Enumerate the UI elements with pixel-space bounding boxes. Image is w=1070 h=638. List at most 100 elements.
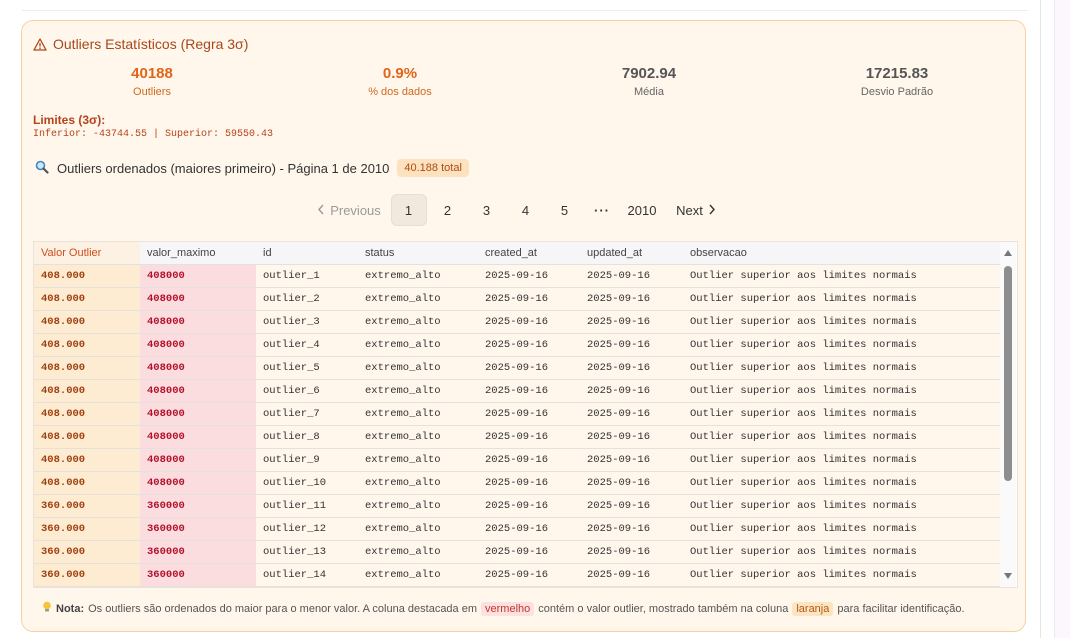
stat-outliers: 40188 Outliers xyxy=(52,65,252,98)
table-scrollbar[interactable] xyxy=(1000,242,1016,587)
note-label: Nota: xyxy=(56,602,85,615)
table-cell-valor_maximo: 408000 xyxy=(140,356,256,380)
table-cell-observacao: Outlier superior aos limites normais xyxy=(683,310,1000,334)
table-cell-created_at: 2025-09-16 xyxy=(478,517,580,541)
table-cell-valor_maximo: 408000 xyxy=(140,310,256,334)
table-cell-observacao: Outlier superior aos limites normais xyxy=(683,425,1000,449)
table-cell-observacao: Outlier superior aos limites normais xyxy=(683,264,1000,288)
table-row[interactable]: 408.000 408000 outlier_5 extremo_alto 2025-0… xyxy=(34,356,1000,380)
table-cell-created_at: 2025-09-16 xyxy=(478,448,580,472)
table-cell-created_at: 2025-09-16 xyxy=(478,425,580,449)
table-cell-created_at: 2025-09-16 xyxy=(478,379,580,403)
next-label: Next xyxy=(676,202,703,218)
table-cell-created_at: 2025-09-16 xyxy=(478,494,580,518)
table-row[interactable]: 408.000 408000 outlier_1 extremo_alto 2025-0… xyxy=(34,264,1000,288)
card-title-text: Outliers Estatísticos (Regra 3σ) xyxy=(53,36,249,52)
column-header[interactable]: status xyxy=(358,242,478,265)
chevron-left-icon xyxy=(317,203,325,218)
table-cell-updated_at: 2025-09-16 xyxy=(580,471,683,495)
table-cell-valor_maximo: 360000 xyxy=(140,540,256,564)
table-cell-observacao: Outlier superior aos limites normais xyxy=(683,402,1000,426)
table-cell-created_at: 2025-09-16 xyxy=(478,563,580,587)
column-header[interactable]: valor_maximo xyxy=(140,242,256,265)
page-button-5[interactable]: 5 xyxy=(547,194,583,226)
stat-label: % dos dados xyxy=(368,86,432,98)
table-row[interactable]: 408.000 408000 outlier_8 extremo_alto 2025-0… xyxy=(34,425,1000,449)
table-cell-created_at: 2025-09-16 xyxy=(478,264,580,288)
table-cell-updated_at: 2025-09-16 xyxy=(580,494,683,518)
table-cell-updated_at: 2025-09-16 xyxy=(580,264,683,288)
table-cell-status: extremo_alto xyxy=(358,540,478,564)
table-cell-observacao: Outlier superior aos limites normais xyxy=(683,356,1000,380)
previous-label: Previous xyxy=(330,202,381,218)
page-button-last[interactable]: 2010 xyxy=(620,194,664,226)
table-cell-valor-outlier: 360.000 xyxy=(34,540,140,564)
table-row[interactable]: 408.000 408000 outlier_7 extremo_alto 2025-0… xyxy=(34,402,1000,426)
table-cell-created_at: 2025-09-16 xyxy=(478,310,580,334)
page-button-4[interactable]: 4 xyxy=(508,194,544,226)
table-cell-created_at: 2025-09-16 xyxy=(478,333,580,357)
table-cell-valor_maximo: 408000 xyxy=(140,448,256,472)
table-cell-updated_at: 2025-09-16 xyxy=(580,517,683,541)
table-cell-id: outlier_2 xyxy=(256,287,358,311)
table-row[interactable]: 408.000 408000 outlier_10 extremo_alto 2025-… xyxy=(34,471,1000,495)
table-row[interactable]: 408.000 408000 outlier_6 extremo_alto 2025-0… xyxy=(34,379,1000,403)
note-chip-red: vermelho xyxy=(481,601,535,616)
table-row[interactable]: 360.000 360000 outlier_14 extremo_alto 2025-… xyxy=(34,563,1000,587)
table-cell-status: extremo_alto xyxy=(358,425,478,449)
column-header[interactable]: Valor Outlier xyxy=(34,242,140,265)
table-cell-status: extremo_alto xyxy=(358,448,478,472)
column-header[interactable]: created_at xyxy=(478,242,580,265)
table-cell-id: outlier_14 xyxy=(256,563,358,587)
scroll-up-arrow-icon[interactable] xyxy=(1004,250,1012,256)
table-cell-id: outlier_12 xyxy=(256,517,358,541)
previous-page-button[interactable]: Previous xyxy=(309,194,389,226)
column-header[interactable]: updated_at xyxy=(580,242,683,265)
table-cell-id: outlier_10 xyxy=(256,471,358,495)
table-cell-status: extremo_alto xyxy=(358,471,478,495)
table-cell-valor_maximo: 408000 xyxy=(140,471,256,495)
table-cell-status: extremo_alto xyxy=(358,402,478,426)
table-cell-valor-outlier: 360.000 xyxy=(34,563,140,587)
table-cell-observacao: Outlier superior aos limites normais xyxy=(683,448,1000,472)
table-row[interactable]: 408.000 408000 outlier_2 extremo_alto 2025-0… xyxy=(34,287,1000,311)
note-chip-orange: laranja xyxy=(792,601,834,616)
stat-std-dev: 17215.83 Desvio Padrão xyxy=(797,65,997,98)
table-row[interactable]: 360.000 360000 outlier_12 extremo_alto 2025-… xyxy=(34,517,1000,541)
column-header[interactable]: observacao xyxy=(683,242,1000,265)
note-text-2: contém o valor outlier, mostrado também … xyxy=(538,602,789,615)
limits-values: Inferior: -43744.55 | Superior: 59550.43 xyxy=(33,129,274,140)
table-cell-valor-outlier: 408.000 xyxy=(34,379,140,403)
stat-value: 40188 xyxy=(131,65,173,82)
table-cell-valor_maximo: 360000 xyxy=(140,563,256,587)
table-cell-valor-outlier: 408.000 xyxy=(34,356,140,380)
stat-mean: 7902.94 Média xyxy=(549,65,749,98)
table-cell-updated_at: 2025-09-16 xyxy=(580,287,683,311)
page-button-2[interactable]: 2 xyxy=(430,194,466,226)
page-button-1[interactable]: 1 xyxy=(390,194,427,226)
table-row[interactable]: 360.000 360000 outlier_11 extremo_alto 2025-… xyxy=(34,494,1000,518)
scrollbar-thumb[interactable] xyxy=(1004,266,1012,481)
table-cell-updated_at: 2025-09-16 xyxy=(580,356,683,380)
note-text-3: para facilitar identificação. xyxy=(837,602,965,615)
table-cell-id: outlier_8 xyxy=(256,425,358,449)
outliers-table-container[interactable]: Valor Outlier valor_maximo id status cre… xyxy=(33,241,1018,588)
page-button-3[interactable]: 3 xyxy=(469,194,505,226)
table-cell-status: extremo_alto xyxy=(358,310,478,334)
table-cell-id: outlier_5 xyxy=(256,356,358,380)
side-panel-edge xyxy=(1054,0,1070,638)
table-cell-status: extremo_alto xyxy=(358,379,478,403)
scroll-down-arrow-icon[interactable] xyxy=(1004,573,1012,579)
table-row[interactable]: 408.000 408000 outlier_4 extremo_alto 2025-0… xyxy=(34,333,1000,357)
table-row[interactable]: 408.000 408000 outlier_9 extremo_alto 2025-0… xyxy=(34,448,1000,472)
column-header[interactable]: id xyxy=(256,242,358,265)
table-row[interactable]: 408.000 408000 outlier_3 extremo_alto 2025-0… xyxy=(34,310,1000,334)
table-cell-valor-outlier: 408.000 xyxy=(34,425,140,449)
table-header-row: Valor Outlier valor_maximo id status cre… xyxy=(34,242,1000,265)
next-page-button[interactable]: Next xyxy=(666,194,726,226)
table-cell-updated_at: 2025-09-16 xyxy=(580,540,683,564)
outliers-table: Valor Outlier valor_maximo id status cre… xyxy=(34,242,1000,587)
table-cell-observacao: Outlier superior aos limites normais xyxy=(683,494,1000,518)
table-cell-valor-outlier: 360.000 xyxy=(34,494,140,518)
table-row[interactable]: 360.000 360000 outlier_13 extremo_alto 2025-… xyxy=(34,540,1000,564)
